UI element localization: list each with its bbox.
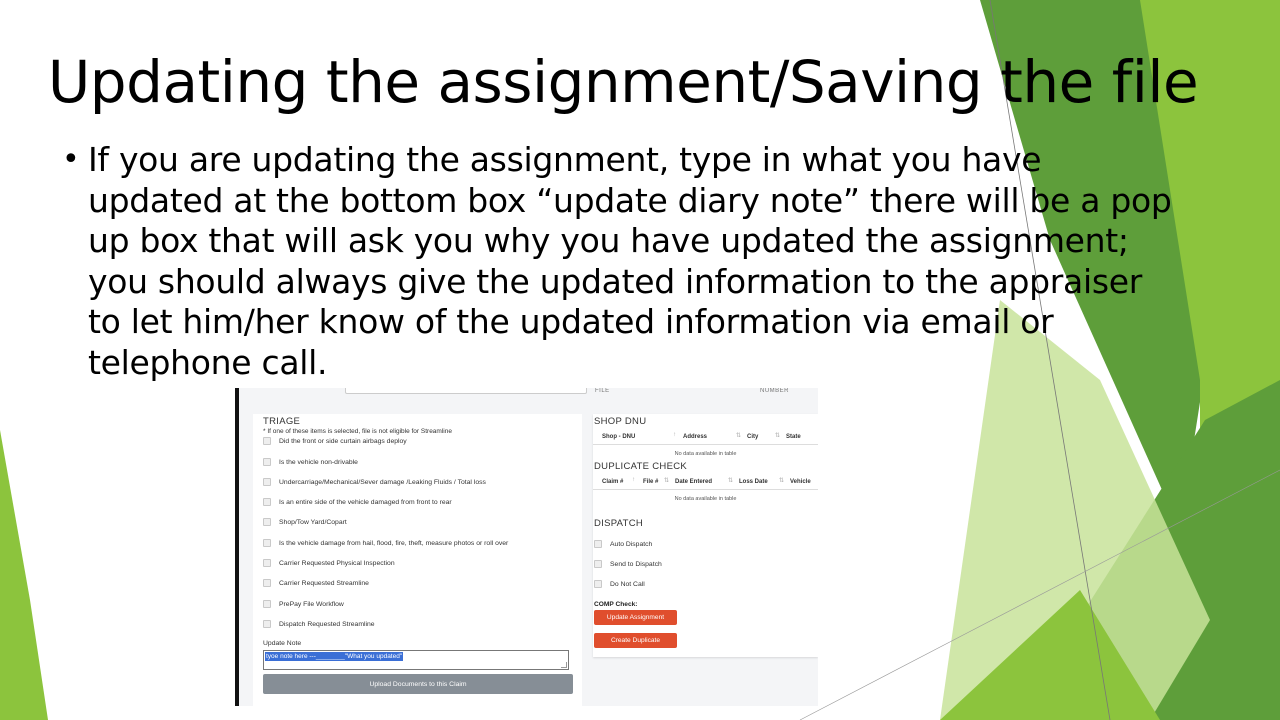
triage-item-undercarriage[interactable]: Undercarriage/Mechanical/Sever damage /L… xyxy=(263,477,486,487)
sort-icon[interactable]: ⇅ xyxy=(779,477,784,484)
checkbox[interactable] xyxy=(263,518,271,526)
sort-icon[interactable]: ↑ xyxy=(673,432,676,438)
sort-icon[interactable]: ⇅ xyxy=(728,477,733,484)
shop-dnu-title: SHOP DNU xyxy=(594,416,647,427)
checkbox[interactable] xyxy=(263,458,271,466)
dispatch-send[interactable]: Send to Dispatch xyxy=(594,559,662,569)
sort-icon[interactable]: ⇅ xyxy=(664,477,669,484)
col-date-entered[interactable]: Date Entered xyxy=(675,479,712,485)
screenshot-left-border xyxy=(235,388,239,706)
triage-note: * If one of these items is selected, fil… xyxy=(263,428,452,435)
slide-title: Updating the assignment/Saving the file xyxy=(47,48,1199,116)
duplicate-check-title: DUPLICATE CHECK xyxy=(594,461,688,472)
triage-item-entire-side[interactable]: Is an entire side of the vehicle damaged… xyxy=(263,497,452,507)
col-file[interactable]: File # xyxy=(643,479,658,485)
triage-item-physical-inspection[interactable]: Carrier Requested Physical Inspection xyxy=(263,558,395,568)
checkbox[interactable] xyxy=(263,539,271,547)
checkbox[interactable] xyxy=(594,540,602,548)
checkbox[interactable] xyxy=(263,620,271,628)
resize-handle-icon[interactable] xyxy=(561,662,567,668)
triage-item-hail-flood[interactable]: Is the vehicle damage from hail, flood, … xyxy=(263,538,508,548)
triage-card: TRIAGE * If one of these items is select… xyxy=(253,414,582,706)
bullet-marker: • xyxy=(62,142,80,177)
triage-item-shop-tow[interactable]: Shop/Tow Yard/Copart xyxy=(263,517,347,527)
col-address[interactable]: Address xyxy=(683,434,707,440)
col-city[interactable]: City xyxy=(747,434,758,440)
checkbox[interactable] xyxy=(263,498,271,506)
checkbox[interactable] xyxy=(263,478,271,486)
checkbox[interactable] xyxy=(263,600,271,608)
checkbox[interactable] xyxy=(594,560,602,568)
comp-check-label: COMP Check: xyxy=(594,601,638,608)
duplicate-check-table-header: Claim # ↑ File # ⇅ Date Entered ⇅ Loss D… xyxy=(593,475,818,490)
shop-dnu-empty: No data available in table xyxy=(674,451,737,457)
bullet-item: • If you are updating the assignment, ty… xyxy=(62,140,1182,383)
col-vehicle[interactable]: Vehicle xyxy=(790,479,811,485)
update-assignment-button[interactable]: Update Assignment xyxy=(594,610,677,625)
create-duplicate-button[interactable]: Create Duplicate xyxy=(594,633,677,648)
col-claim[interactable]: Claim # xyxy=(602,479,623,485)
header-file: FILE xyxy=(595,388,610,394)
sort-icon[interactable]: ⇅ xyxy=(736,432,741,439)
triage-title: TRIAGE xyxy=(263,416,301,427)
shop-dnu-table-header: Shop - DNU ↑ Address ⇅ City ⇅ State xyxy=(593,430,818,445)
checkbox[interactable] xyxy=(263,559,271,567)
col-loss-date[interactable]: Loss Date xyxy=(739,479,768,485)
sort-icon[interactable]: ↑ xyxy=(632,477,635,483)
header-number: NUMBER xyxy=(760,388,790,394)
dispatch-auto[interactable]: Auto Dispatch xyxy=(594,539,652,549)
checkbox[interactable] xyxy=(263,579,271,587)
dispatch-do-not-call[interactable]: Do Not Call xyxy=(594,579,645,589)
update-note-textarea[interactable]: tyoe note here ---________"What you upda… xyxy=(263,650,569,670)
triage-item-carrier-streamline[interactable]: Carrier Requested Streamline xyxy=(263,578,369,588)
top-input-field[interactable] xyxy=(345,388,587,394)
update-note-label: Update Note xyxy=(263,640,302,647)
assignment-screenshot: FILE NUMBER TRIAGE * If one of these ite… xyxy=(235,388,818,706)
triage-item-non-drivable[interactable]: Is the vehicle non-drivable xyxy=(263,457,358,467)
triage-item-dispatch-streamline[interactable]: Dispatch Requested Streamline xyxy=(263,619,375,629)
update-note-text: tyoe note here ---________"What you upda… xyxy=(265,652,404,661)
col-state[interactable]: State xyxy=(786,434,801,440)
sort-icon[interactable]: ⇅ xyxy=(775,432,780,439)
checkbox[interactable] xyxy=(263,437,271,445)
right-card: SHOP DNU Shop - DNU ↑ Address ⇅ City ⇅ S… xyxy=(593,414,818,657)
checkbox[interactable] xyxy=(594,580,602,588)
duplicate-check-empty: No data available in table xyxy=(674,496,737,502)
triage-item-prepay[interactable]: PrePay File Workflow xyxy=(263,599,344,609)
col-shop-dnu[interactable]: Shop - DNU xyxy=(602,434,635,440)
green-shape-left xyxy=(0,430,48,720)
bullet-text: If you are updating the assignment, type… xyxy=(88,140,1172,382)
triage-item-airbags[interactable]: Did the front or side curtain airbags de… xyxy=(263,436,407,446)
dispatch-title: DISPATCH xyxy=(594,518,644,529)
upload-documents-button[interactable]: Upload Documents to this Claim xyxy=(263,674,573,694)
